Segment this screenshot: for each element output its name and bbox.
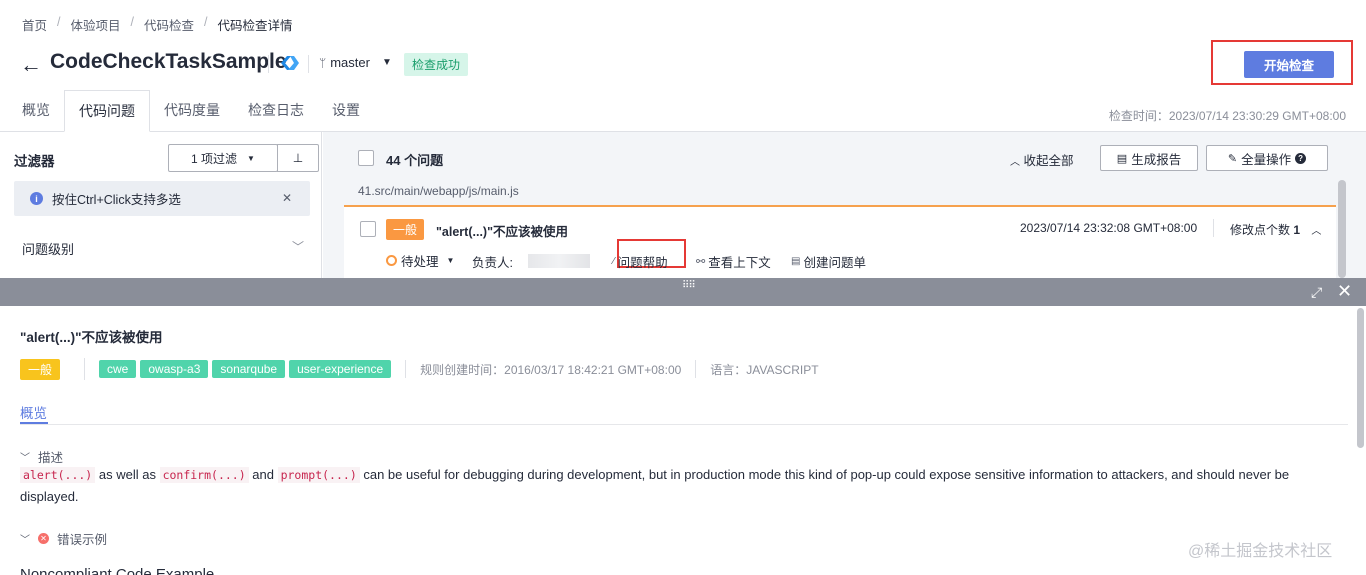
issue-level-badge: 一般	[386, 219, 425, 240]
error-example-heading: 错误示例	[57, 533, 108, 547]
description-text: alert(...) as well as confirm(...) and p…	[20, 464, 1340, 507]
error-icon: ✕	[38, 533, 49, 544]
caret-down-icon: ▼	[446, 256, 455, 265]
issue-level-label[interactable]: 问题级别	[22, 239, 74, 258]
detail-tags: 一般 cwe owasp-a3 sonarqube user-experienc…	[20, 358, 819, 380]
chevron-down-icon: ﹀	[20, 535, 30, 546]
chevron-down-icon: ﹀	[20, 453, 30, 464]
status-dropdown[interactable]: 待处理 ▼	[386, 251, 454, 270]
issue-time: 2023/07/14 23:32:08 GMT+08:00	[1020, 221, 1198, 235]
codecheck-logo-icon	[281, 56, 299, 70]
modify-count: 修改点个数 1 ︿	[1230, 221, 1321, 238]
filter-select[interactable]: 1 项过滤 ▼	[168, 144, 278, 172]
link-icon: ⚯	[696, 256, 706, 268]
collapse-all-button[interactable]: ︿ 收起全部	[1010, 150, 1074, 169]
issue-help-link[interactable]: ⁄ 问题帮助	[613, 252, 668, 271]
start-check-button[interactable]: 开始检查	[1244, 51, 1334, 78]
code-alert: alert(...)	[20, 467, 96, 483]
help-icon: ?	[1295, 152, 1307, 164]
ticket-icon: ▤	[791, 256, 801, 267]
multi-select-tip: i 按住Ctrl+Click支持多选 ✕	[14, 181, 310, 216]
tag-sonarqube: sonarqube	[212, 360, 286, 378]
language: 语言：JAVASCRIPT	[710, 362, 819, 377]
tag-owasp: owasp-a3	[140, 360, 209, 378]
caret-down-icon: ▼	[381, 57, 392, 68]
detail-scrollbar[interactable]	[1357, 308, 1364, 448]
create-ticket-label: 创建问题单	[803, 256, 866, 270]
all-actions-button[interactable]: ✎ 全量操作 ?	[1206, 145, 1328, 171]
expand-icon[interactable]: ⤢	[1311, 284, 1322, 301]
breadcrumb-project[interactable]: 体验项目	[71, 15, 121, 34]
branch-selector[interactable]: ᛘ master ▼	[319, 55, 392, 70]
tag-user-experience: user-experience	[289, 360, 392, 378]
issue-count: 44 个问题	[386, 153, 444, 168]
collapse-all-label: 收起全部	[1023, 154, 1074, 168]
breadcrumb-current: 代码检查详情	[217, 19, 293, 33]
detail-title: "alert(...)"不应该被使用	[20, 330, 163, 345]
breadcrumb: 首页 / 体验项目 / 代码检查 / 代码检查详情	[22, 15, 293, 34]
chevron-down-icon[interactable]: ﹀	[292, 238, 304, 255]
filter-title: 过滤器	[14, 154, 55, 169]
tip-text: 按住Ctrl+Click支持多选	[52, 193, 181, 207]
desc-text-2: and	[248, 467, 278, 482]
report-icon: ▤	[1116, 152, 1128, 165]
breadcrumb-codecheck[interactable]: 代码检查	[144, 15, 194, 34]
noncompliant-heading: Noncompliant Code Example	[20, 566, 215, 575]
error-example-section-header[interactable]: ﹀ ✕ 错误示例	[20, 529, 107, 548]
detail-level-badge: 一般	[20, 358, 61, 380]
modify-value: 1	[1293, 223, 1301, 237]
view-context-link[interactable]: ⚯ 查看上下文	[696, 252, 771, 271]
modify-label: 修改点个数	[1230, 223, 1291, 237]
pending-status-icon	[386, 255, 397, 266]
tab-check-log[interactable]: 检查日志	[234, 90, 318, 132]
watermark: @稀土掘金技术社区	[1188, 543, 1333, 560]
back-arrow-icon[interactable]: ←	[20, 52, 42, 78]
tab-code-metrics[interactable]: 代码度量	[150, 90, 234, 132]
close-icon[interactable]: ✕	[1337, 281, 1352, 302]
code-confirm: confirm(...)	[159, 467, 249, 483]
detail-tab-overview[interactable]: 概览	[20, 402, 47, 422]
all-actions-label: 全量操作	[1241, 152, 1292, 167]
tab-bar: 概览 代码问题 代码度量 检查日志 设置	[8, 90, 374, 132]
close-icon[interactable]: ✕	[282, 191, 292, 205]
info-icon: i	[30, 192, 43, 205]
rule-created-time: 规则创建时间：2016/03/17 18:42:21 GMT+08:00	[420, 362, 682, 377]
help-link-icon: ⁄	[613, 256, 615, 267]
issue-title[interactable]: "alert(...)"不应该被使用	[436, 221, 568, 240]
branch-name: master	[330, 55, 370, 70]
issues-scrollbar[interactable]	[1338, 180, 1346, 278]
edit-icon: ✎	[1227, 152, 1238, 165]
status-label: 待处理	[401, 255, 439, 269]
tab-code-issues[interactable]: 代码问题	[64, 90, 150, 132]
status-badge: 检查成功	[404, 53, 469, 76]
page-title: CodeCheckTaskSample	[50, 50, 287, 73]
owner-label: 负责人:	[472, 256, 513, 270]
code-prompt: prompt(...)	[277, 467, 360, 483]
desc-text-1: as well as	[95, 467, 160, 482]
chevron-up-icon[interactable]: ︿	[1311, 226, 1321, 237]
create-ticket-link[interactable]: ▤ 创建问题单	[791, 252, 866, 271]
tab-overview[interactable]: 概览	[8, 90, 64, 132]
chevron-up-icon: ︿	[1010, 157, 1020, 168]
tab-settings[interactable]: 设置	[318, 90, 374, 132]
filter-select-value: 1 项过滤	[191, 151, 238, 166]
select-all-checkbox[interactable]	[358, 150, 374, 166]
view-context-label: 查看上下文	[708, 256, 771, 270]
issue-help-label: 问题帮助	[617, 256, 668, 270]
filter-tree-icon[interactable]: ⊥	[277, 144, 319, 172]
generate-report-button[interactable]: ▤ 生成报告	[1100, 145, 1198, 171]
generate-report-label: 生成报告	[1131, 152, 1182, 167]
file-path: 41.src/main/webapp/js/main.js	[358, 184, 519, 198]
tag-cwe: cwe	[99, 360, 137, 378]
breadcrumb-home[interactable]: 首页	[22, 15, 47, 34]
caret-down-icon: ▼	[247, 153, 255, 163]
check-time: 检查时间：2023/07/14 23:30:29 GMT+08:00	[1108, 109, 1346, 123]
branch-icon: ᛘ	[319, 55, 327, 70]
drag-grip-icon[interactable]: ⠿⠿	[682, 280, 696, 291]
owner-blurred	[528, 254, 590, 268]
issue-checkbox[interactable]	[360, 221, 376, 237]
